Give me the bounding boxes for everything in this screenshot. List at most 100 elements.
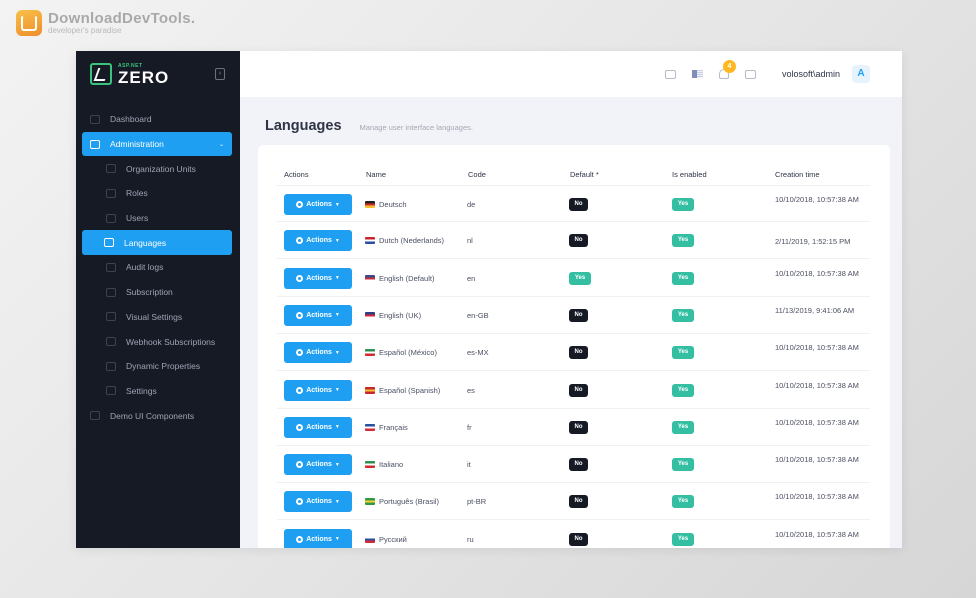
flag-icon (365, 274, 375, 282)
sidebar-item-roles[interactable]: Roles (76, 181, 240, 206)
menu-item-icon (106, 361, 116, 371)
table-row: Actions ▼ Русский ru No Yes 10/10/2018, 10:57:… (277, 521, 870, 548)
enabled-badge: Yes (672, 383, 694, 397)
language-code: es (467, 385, 475, 395)
language-flag-icon[interactable] (691, 70, 703, 78)
table-row: Actions ▼ Français fr No Yes 10/10/2018, 10:57… (277, 409, 870, 446)
caret-down-icon: ▼ (334, 349, 340, 356)
chat-icon[interactable] (664, 69, 676, 79)
actions-button[interactable]: Actions ▼ (284, 342, 352, 364)
language-name: English (Default) (379, 273, 435, 283)
gear-icon (296, 237, 304, 245)
gear-icon (296, 498, 304, 506)
chevron-down-icon: ⌄ (218, 141, 224, 148)
caret-down-icon: ▼ (334, 237, 340, 244)
sidebar-item-subscription[interactable]: Subscription (76, 280, 240, 305)
language-code: nl (467, 236, 473, 246)
actions-button[interactable]: Actions ▼ (284, 194, 352, 215)
sidebar-item-dynamic-properties[interactable]: Dynamic Properties (76, 354, 240, 379)
menu-item-icon (106, 188, 116, 198)
sidebar-item-languages[interactable]: Languages (82, 230, 232, 256)
page-title: Languages (265, 118, 342, 134)
gear-icon (296, 201, 304, 208)
flag-icon (365, 498, 375, 506)
language-name: Русский (379, 534, 407, 544)
header-creation-time[interactable]: Creation time (775, 170, 820, 179)
sidebar-item-demo-ui-components[interactable]: Demo UI Components (76, 403, 240, 428)
sidebar-item-label: Subscription (126, 287, 173, 298)
notification-bell-icon[interactable]: 4 (718, 60, 736, 79)
language-code: en (467, 273, 476, 283)
header-default[interactable]: Default * (570, 170, 599, 179)
sidebar-item-visual-settings[interactable]: Visual Settings (76, 305, 240, 330)
creation-time: 10/10/2018, 10:57:38 AM (775, 195, 859, 204)
watermark: DownloadDevTools. developer's paradise (16, 10, 195, 36)
header-name[interactable]: Name (366, 170, 386, 179)
sidebar-item-webhook-subscriptions[interactable]: Webhook Subscriptions (76, 329, 240, 354)
flag-icon (365, 201, 375, 208)
language-code: es-MX (467, 348, 489, 358)
sidebar-item-users[interactable]: Users (76, 206, 240, 231)
creation-time: 10/10/2018, 10:57:38 AM (775, 343, 859, 353)
sidebar-item-settings[interactable]: Settings (76, 379, 240, 404)
sidebar-item-label: Visual Settings (126, 311, 183, 322)
watermark-logo-icon (16, 10, 42, 36)
actions-button[interactable]: Actions ▼ (284, 230, 352, 252)
header-actions[interactable]: Actions (284, 170, 309, 179)
default-badge: No (569, 383, 588, 397)
actions-button[interactable]: Actions ▼ (284, 267, 352, 289)
header-code[interactable]: Code (468, 170, 486, 179)
sidebar-item-organization-units[interactable]: Organization Units (76, 156, 240, 181)
actions-button-label: Actions (306, 237, 332, 245)
sidebar-item-label: Organization Units (126, 163, 196, 174)
menu-item-icon (90, 139, 100, 149)
actions-button[interactable]: Actions ▼ (284, 416, 352, 438)
actions-button-label: Actions (306, 311, 332, 319)
table-row: Actions ▼ Português (Brasil) pt-BR No Yes 10/1… (277, 483, 870, 521)
actions-button[interactable]: Actions ▼ (284, 454, 352, 476)
watermark-subtitle: developer's paradise (48, 26, 122, 35)
menu-item-icon (106, 337, 116, 347)
enabled-badge: Yes (672, 532, 694, 546)
brand[interactable]: ASP.NET ZERO ‹ (76, 51, 240, 97)
table-row: Actions ▼ English (UK) en-GB No Yes 11/13/2019… (277, 297, 870, 334)
default-badge: No (569, 346, 588, 360)
menu-item-icon (106, 262, 116, 272)
actions-button-label: Actions (306, 274, 332, 282)
sidebar-item-audit-logs[interactable]: Audit logs (76, 255, 240, 280)
actions-button-label: Actions (306, 349, 332, 357)
language-code: ru (467, 534, 474, 544)
default-badge: Yes (569, 271, 591, 285)
gear-icon (296, 461, 304, 469)
language-name: Deutsch (379, 200, 407, 209)
header-enabled[interactable]: Is enabled (672, 170, 707, 179)
creation-time: 10/10/2018, 10:57:38 AM (775, 380, 859, 390)
language-code: pt-BR (467, 497, 487, 507)
sidebar-toggle-icon[interactable]: ‹ (215, 68, 225, 80)
caret-down-icon: ▼ (334, 424, 340, 431)
sidebar-item-label: Webhook Subscriptions (126, 336, 216, 347)
user-name[interactable]: volosoft\admin (782, 69, 840, 79)
sidebar-item-label: Settings (126, 385, 157, 396)
actions-button[interactable]: Actions ▼ (284, 528, 352, 548)
caret-down-icon: ▼ (334, 387, 340, 393)
gear-icon (296, 274, 304, 282)
sidebar-item-dashboard[interactable]: Dashboard (76, 107, 240, 132)
actions-button-label: Actions (306, 386, 332, 394)
actions-button[interactable]: Actions ▼ (284, 379, 352, 401)
sidebar-item-label: Demo UI Components (110, 410, 195, 421)
inbox-icon[interactable] (744, 69, 756, 79)
actions-button-label: Actions (306, 535, 332, 543)
gear-icon (296, 535, 304, 543)
language-name: Dutch (Nederlands) (379, 236, 445, 246)
actions-button[interactable]: Actions ▼ (284, 491, 352, 513)
avatar[interactable]: A (852, 65, 870, 83)
actions-button[interactable]: Actions ▼ (284, 304, 352, 326)
default-badge: No (569, 198, 588, 211)
actions-button-label: Actions (306, 201, 332, 208)
flag-icon (365, 423, 375, 431)
language-name: Italiano (379, 460, 404, 470)
sidebar-item-administration[interactable]: Administration ⌄ (82, 131, 232, 157)
brand-logo-icon (90, 63, 112, 85)
watermark-title: DownloadDevTools. (48, 10, 196, 27)
